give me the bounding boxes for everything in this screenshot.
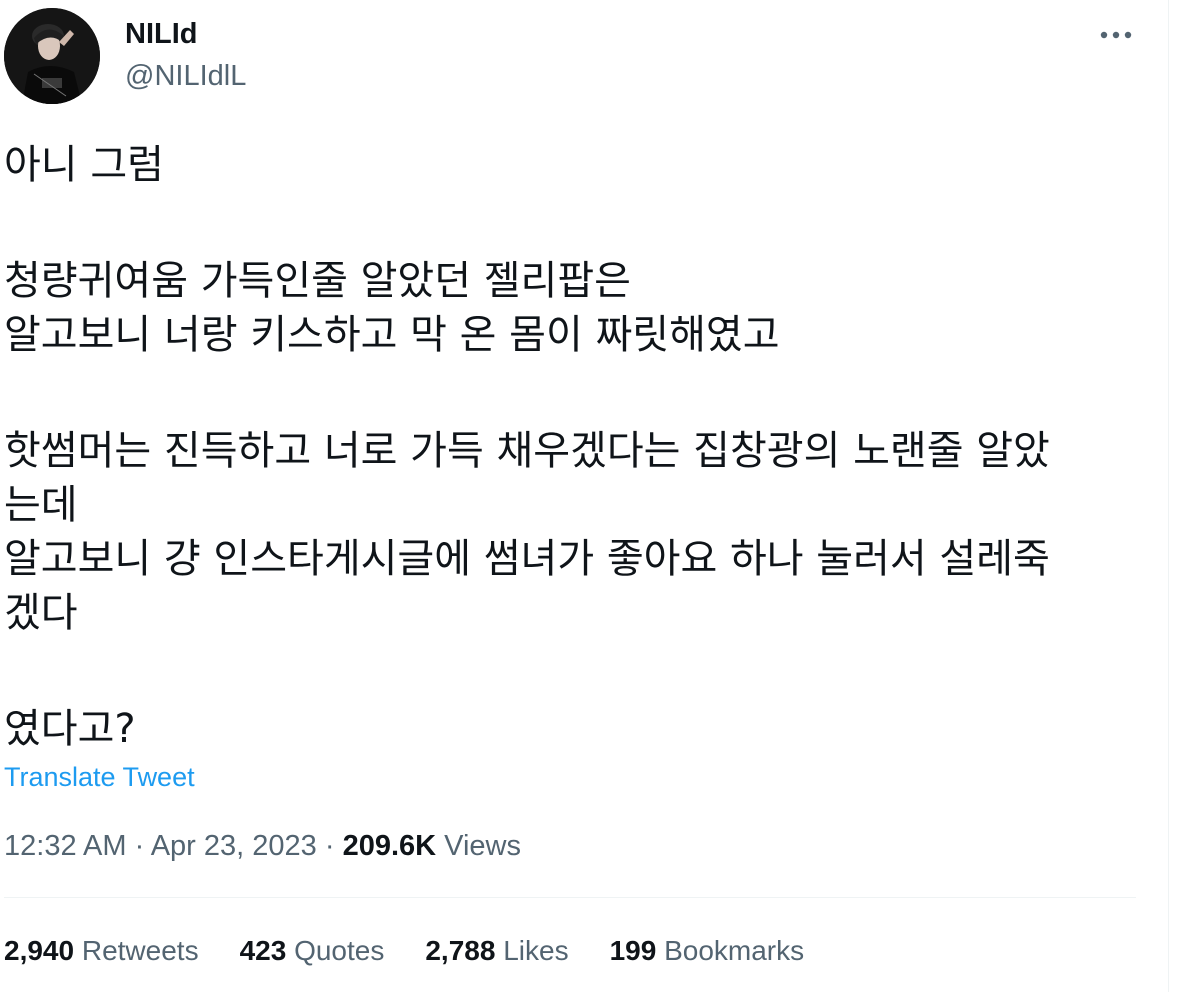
- tweet-line-break: [4, 362, 1144, 424]
- likes-stat[interactable]: 2,788 Likes: [425, 933, 568, 969]
- meta-separator: ·: [126, 830, 151, 862]
- more-button[interactable]: [1096, 20, 1136, 50]
- tweet-stats: 2,940 Retweets 423 Quotes 2,788 Likes 19…: [4, 933, 845, 969]
- tweet-text: 아니 그럼 청량귀여움 가득인줄 알았던 젤리팝은 알고보니 너랑 키스하고 막…: [4, 138, 1144, 756]
- stat-label: Quotes: [286, 935, 385, 966]
- tweet-date[interactable]: Apr 23, 2023: [151, 830, 317, 862]
- tweet-meta: 12:32 AM · Apr 23, 2023 · 209.6K Views: [4, 828, 521, 864]
- retweets-stat[interactable]: 2,940 Retweets: [4, 933, 199, 969]
- stat-count: 2,788: [425, 935, 496, 966]
- stat-count: 2,940: [4, 935, 75, 966]
- avatar[interactable]: [4, 8, 100, 104]
- stat-label: Bookmarks: [656, 935, 805, 966]
- tweet-line: 겠다: [4, 590, 78, 636]
- quotes-stat[interactable]: 423 Quotes: [240, 933, 385, 969]
- tweet-line: 알고보니 걍 인스타게시글에 썸녀가 좋아요 하나 눌러서 설레죽: [4, 536, 1050, 582]
- meta-separator: ·: [316, 830, 343, 862]
- avatar-image: [4, 8, 100, 104]
- tweet-line: 아니 그럼: [4, 142, 164, 188]
- stat-count: 423: [239, 935, 287, 966]
- more-horizontal-icon: [1100, 31, 1132, 39]
- tweet-line-break: [4, 640, 1144, 702]
- stat-label: Retweets: [74, 935, 199, 966]
- tweet-line-break: [4, 192, 1144, 254]
- display-name[interactable]: NILId: [125, 16, 198, 52]
- tweet-line: 청량귀여움 가득인줄 알았던 젤리팝은: [4, 258, 631, 304]
- stat-label: Likes: [495, 935, 569, 966]
- divider: [4, 897, 1136, 898]
- stat-count: 199: [609, 935, 657, 966]
- tweet-line: 알고보니 너랑 키스하고 막 온 몸이 짜릿해였고: [4, 312, 780, 358]
- user-handle[interactable]: @NILIdlL: [125, 58, 246, 94]
- tweet-line: 핫썸머는 진득하고 너로 가득 채우겠다는 집창광의 노랜줄 알았: [4, 428, 1050, 474]
- column-border: [1168, 0, 1169, 992]
- bookmarks-stat[interactable]: 199 Bookmarks: [610, 933, 805, 969]
- views-count: 209.6K: [342, 830, 437, 862]
- tweet-line: 였다고?: [4, 706, 136, 752]
- tweet-line: 는데: [4, 482, 78, 528]
- views-label: Views: [436, 830, 521, 862]
- tweet-time[interactable]: 12:32 AM: [4, 830, 127, 862]
- translate-tweet-link[interactable]: Translate Tweet: [4, 760, 195, 794]
